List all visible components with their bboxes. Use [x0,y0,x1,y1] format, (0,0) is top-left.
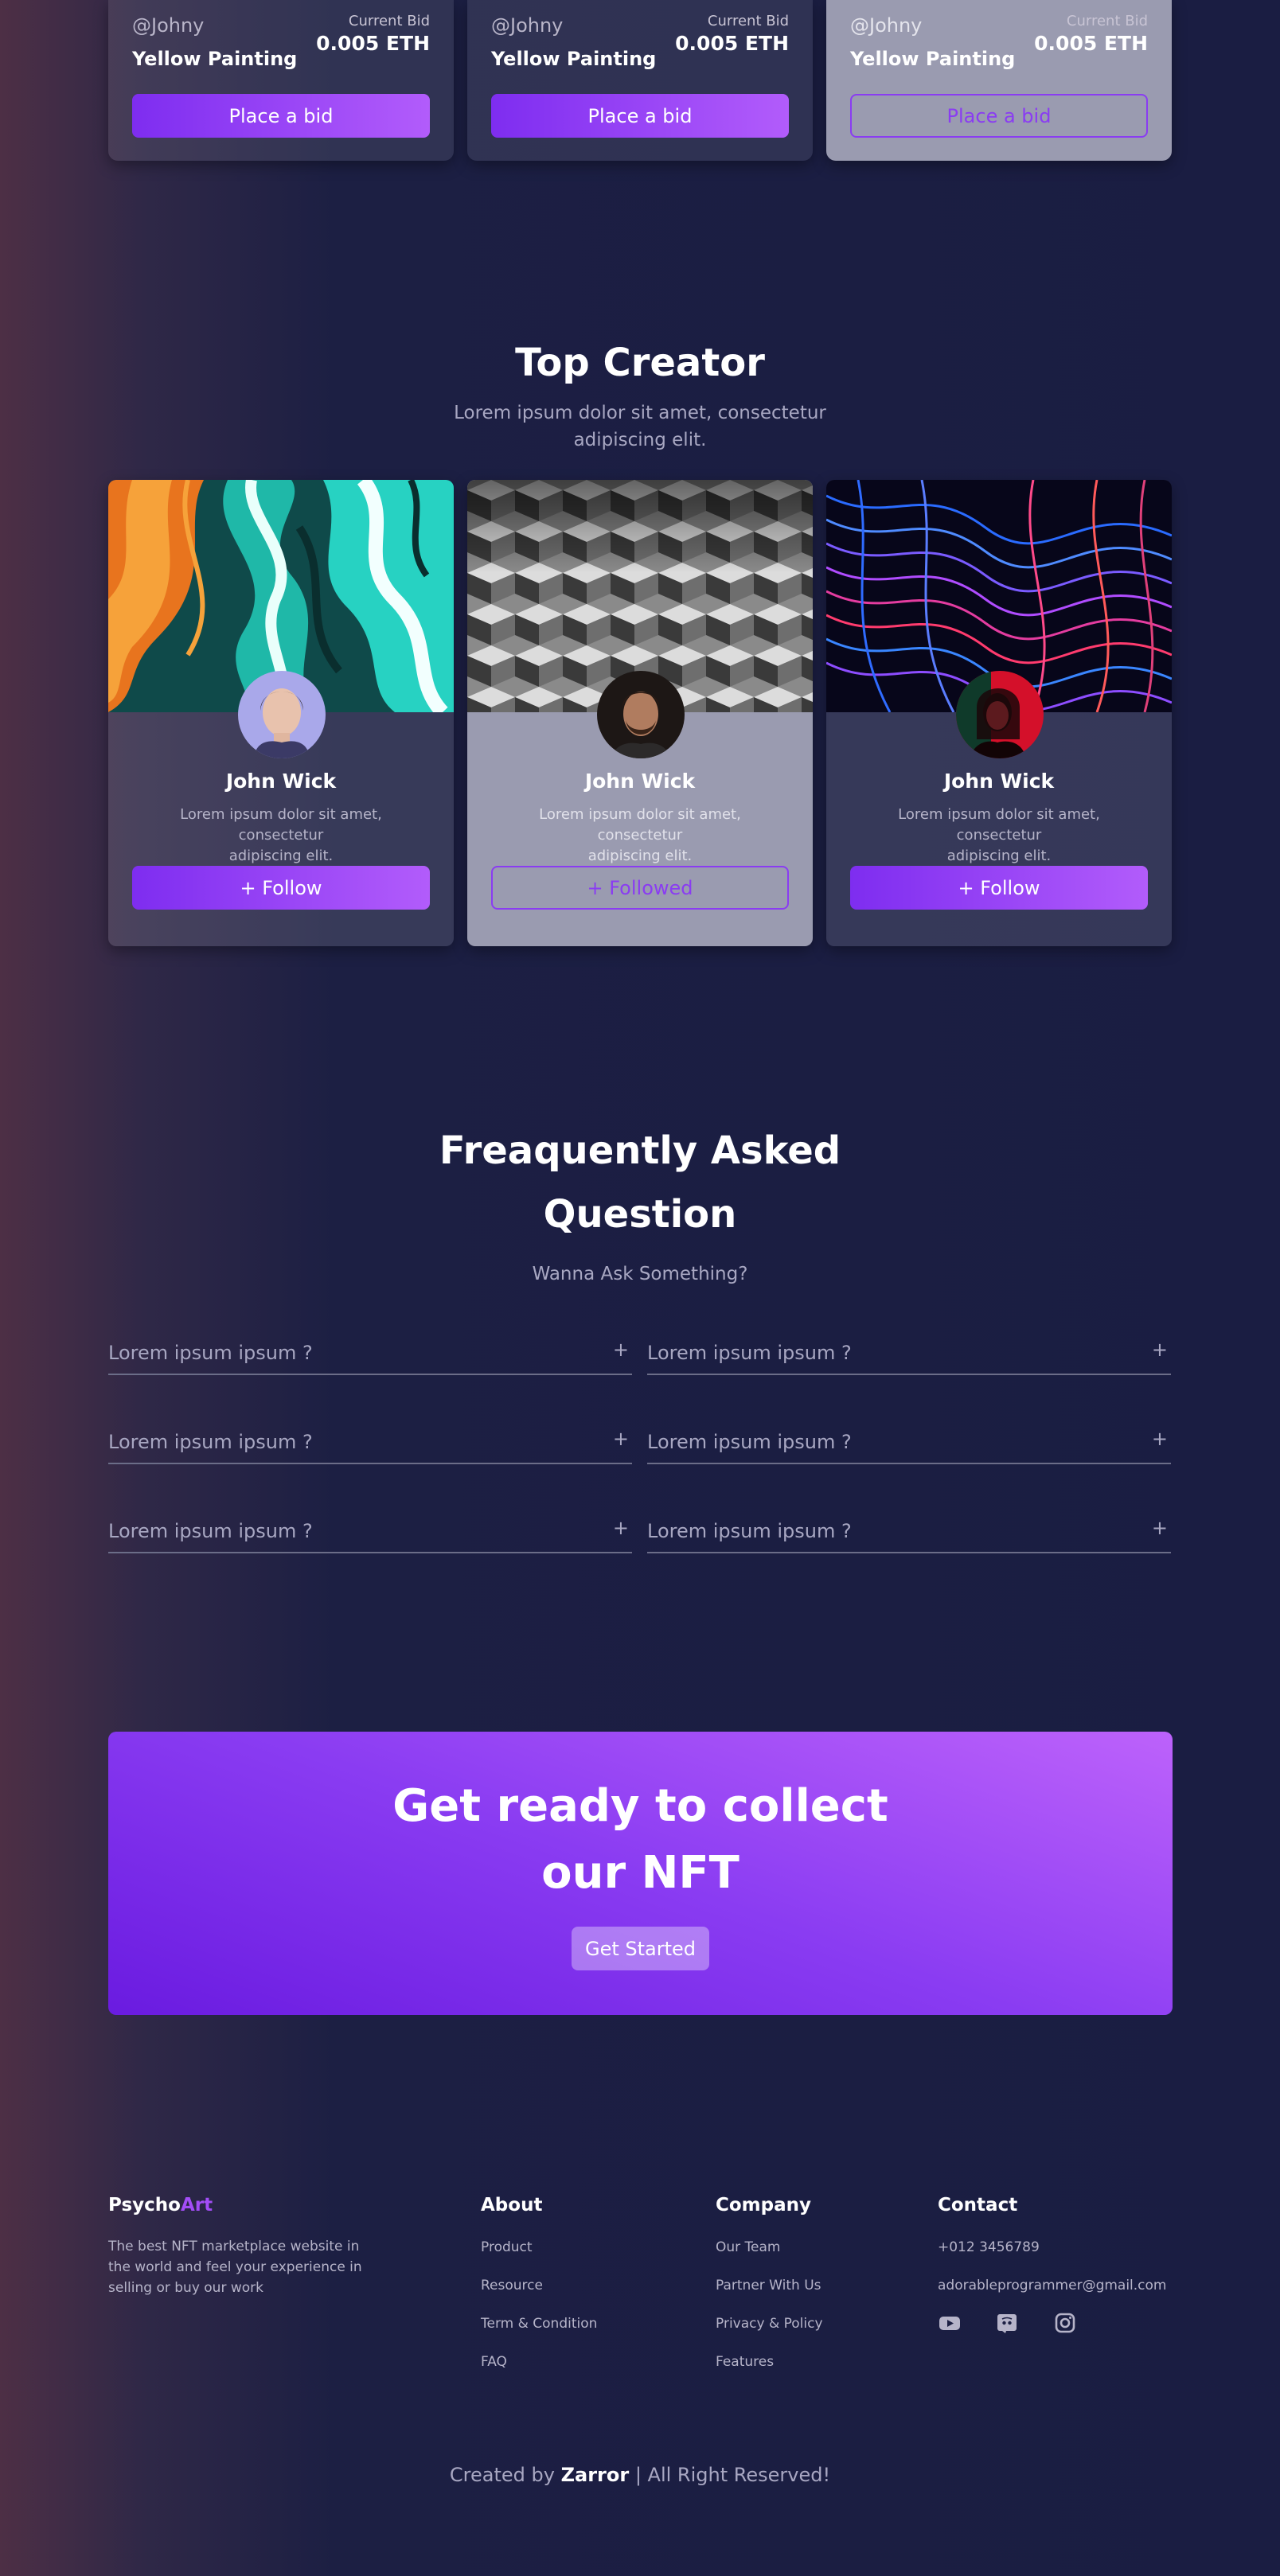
creator-description-line: adipiscing elit. [228,848,334,864]
footer-description: The best NFT marketplace website in the … [108,2236,371,2298]
faq-question[interactable]: Lorem ipsum ipsum ? [108,1342,313,1364]
faq-subtitle: Wanna Ask Something? [532,1264,748,1284]
faq-item[interactable]: Lorem ipsum ipsum ? + [108,1323,632,1375]
faq-question[interactable]: Lorem ipsum ipsum ? [108,1431,313,1453]
brand-name-accent: Art [180,2195,213,2216]
copyright-text: Created by Zarror | All Right Reserved! [0,2464,1280,2486]
footer-about-title: About [481,2195,543,2216]
creator-card: John Wick Lorem ipsum dolor sit amet, co… [826,480,1172,946]
footer-company-title: Company [716,2195,811,2216]
current-bid-value: 0.005 ETH [675,32,789,55]
current-bid-value: 0.005 ETH [316,32,430,55]
plus-icon[interactable]: + [613,1428,629,1450]
plus-icon[interactable]: + [1152,1428,1168,1450]
plus-icon[interactable]: + [1152,1517,1168,1539]
current-bid-label: Current Bid [348,13,430,29]
creator-description-line: adipiscing elit. [587,848,693,864]
copyright-suffix: | All Right Reserved! [634,2464,831,2486]
faq-item[interactable]: Lorem ipsum ipsum ? + [647,1323,1171,1375]
place-bid-button[interactable]: Place a bid [132,94,430,138]
plus-icon[interactable]: + [613,1339,629,1361]
faq-title: Question [543,1192,737,1237]
cta-title-line: our NFT [541,1847,740,1899]
bid-username[interactable]: @Johny [850,14,922,37]
footer-brand-logo[interactable]: PsychoArt [108,2195,213,2216]
top-creator-title: Top Creator [515,341,765,385]
creator-name[interactable]: John Wick [826,770,1172,793]
current-bid-label: Current Bid [1066,13,1148,29]
copyright-prefix: Created by [449,2464,555,2486]
creator-name[interactable]: John Wick [108,770,454,793]
bid-artwork-title: Yellow Painting [850,48,1016,70]
bid-card: @Johny Yellow Painting Current Bid 0.005… [826,0,1172,161]
youtube-icon[interactable] [938,2311,962,2335]
current-bid-label: Current Bid [707,13,789,29]
footer-link-privacy[interactable]: Privacy & Policy [716,2316,823,2332]
footer-link-features[interactable]: Features [716,2354,774,2370]
footer-link-product[interactable]: Product [481,2239,533,2255]
bid-card: @Johny Yellow Painting Current Bid 0.005… [108,0,454,161]
creator-description-line: adipiscing elit. [946,848,1052,864]
creator-card: John Wick Lorem ipsum dolor sit amet, co… [108,480,454,946]
creator-description-line: Lorem ipsum dolor sit amet, consectetur [180,806,382,844]
creator-card: John Wick Lorem ipsum dolor sit amet, co… [467,480,813,946]
faq-item[interactable]: Lorem ipsum ipsum ? + [108,1412,632,1464]
creator-description-line: Lorem ipsum dolor sit amet, consectetur [539,806,741,844]
creator-name[interactable]: John Wick [467,770,813,793]
plus-icon[interactable]: + [1152,1339,1168,1361]
creator-description: Lorem ipsum dolor sit amet, consectetur … [140,805,422,867]
footer-link-resource[interactable]: Resource [481,2278,543,2293]
bid-username[interactable]: @Johny [491,14,563,37]
faq-item[interactable]: Lorem ipsum ipsum ? + [647,1501,1171,1553]
plus-icon[interactable]: + [613,1517,629,1539]
follow-button[interactable]: + Follow [850,866,1148,910]
footer-link-faq[interactable]: FAQ [481,2354,507,2370]
brand-name: Psycho [108,2195,181,2216]
creator-avatar[interactable] [956,671,1044,758]
faq-item[interactable]: Lorem ipsum ipsum ? + [647,1412,1171,1464]
top-creator-subtitle: adipiscing elit. [573,430,707,450]
bid-card: @Johny Yellow Painting Current Bid 0.005… [467,0,813,161]
footer-description-line: selling or buy our work [108,2280,263,2296]
footer-link-terms[interactable]: Term & Condition [481,2316,597,2332]
copyright-author[interactable]: Zarror [561,2464,630,2486]
footer-link-partner[interactable]: Partner With Us [716,2278,821,2293]
footer-description-line: The best NFT marketplace website in [108,2239,360,2254]
current-bid-value: 0.005 ETH [1034,32,1148,55]
cta-title: Get ready to collect our NFT [108,1773,1173,1907]
footer-description-line: the world and feel your experience in [108,2259,362,2275]
creator-avatar[interactable] [597,671,685,758]
faq-question[interactable]: Lorem ipsum ipsum ? [108,1520,313,1542]
bid-artwork-title: Yellow Painting [491,48,657,70]
creator-description: Lorem ipsum dolor sit amet, consectetur … [858,805,1140,867]
footer-phone[interactable]: +012 3456789 [938,2239,1040,2255]
top-creator-subtitle: Lorem ipsum dolor sit amet, consectetur [454,403,826,423]
discord-icon[interactable] [995,2311,1019,2335]
footer-link-our-team[interactable]: Our Team [716,2239,780,2255]
instagram-icon[interactable] [1053,2311,1077,2335]
faq-question[interactable]: Lorem ipsum ipsum ? [647,1342,852,1364]
cta-banner: Get ready to collect our NFT Get Started [108,1732,1173,2015]
page: @Johny Yellow Painting Current Bid 0.005… [0,0,1280,2576]
bid-artwork-title: Yellow Painting [132,48,298,70]
footer-email[interactable]: adorableprogrammer@gmail.com [938,2278,1173,2293]
creator-avatar[interactable] [238,671,326,758]
get-started-button[interactable]: Get Started [572,1927,709,1970]
follow-button[interactable]: + Follow [132,866,430,910]
faq-question[interactable]: Lorem ipsum ipsum ? [647,1431,852,1453]
place-bid-button[interactable]: Place a bid [850,94,1148,138]
creator-description: Lorem ipsum dolor sit amet, consectetur … [499,805,781,867]
footer-contact-title: Contact [938,2195,1018,2216]
faq-question[interactable]: Lorem ipsum ipsum ? [647,1520,852,1542]
followed-button[interactable]: + Followed [491,866,789,910]
place-bid-button[interactable]: Place a bid [491,94,789,138]
faq-title: Freaquently Asked [439,1128,841,1173]
faq-item[interactable]: Lorem ipsum ipsum ? + [108,1501,632,1553]
bid-username[interactable]: @Johny [132,14,204,37]
creator-description-line: Lorem ipsum dolor sit amet, consectetur [898,806,1100,844]
cta-title-line: Get ready to collect [392,1780,888,1832]
